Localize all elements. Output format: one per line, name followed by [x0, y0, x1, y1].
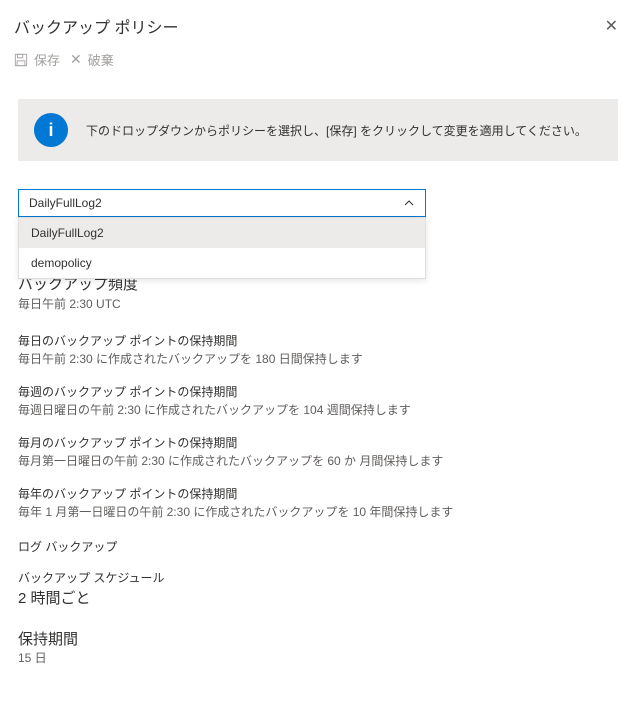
chevron-up-icon: [403, 197, 415, 209]
backup-schedule-value: 2 時間ごと: [18, 587, 618, 608]
close-icon[interactable]: ✕: [601, 12, 622, 40]
daily-retention-section: 毎日のバックアップ ポイントの保持期間 毎日午前 2:30 に作成されたバックア…: [18, 332, 618, 367]
discard-icon[interactable]: ✕: [70, 51, 82, 68]
policy-details: バックアップ頻度 毎日午前 2:30 UTC 毎日のバックアップ ポイントの保持…: [18, 217, 618, 666]
yearly-retention-section: 毎年のバックアップ ポイントの保持期間 毎年 1 月第一日曜日の午前 2:30 …: [18, 485, 618, 520]
policy-dropdown-option[interactable]: demopolicy: [19, 248, 425, 278]
policy-dropdown-container: DailyFullLog2 DailyFullLog2 demopolicy: [18, 189, 426, 217]
daily-retention-heading: 毎日のバックアップ ポイントの保持期間: [18, 332, 618, 349]
save-icon[interactable]: [14, 53, 28, 67]
info-banner: i 下のドロップダウンからポリシーを選択し、[保存] をクリックして変更を適用し…: [18, 99, 618, 161]
info-icon: i: [34, 113, 68, 147]
retention-section: 保持期間 15 日: [18, 628, 618, 666]
policy-dropdown-value: DailyFullLog2: [29, 196, 102, 210]
panel-header: バックアップ ポリシー ✕: [0, 0, 636, 48]
toolbar: 保存 ✕ 破棄: [0, 48, 636, 79]
backup-schedule-section: バックアップ スケジュール 2 時間ごと: [18, 569, 618, 608]
policy-dropdown[interactable]: DailyFullLog2: [18, 189, 426, 217]
monthly-retention-section: 毎月のバックアップ ポイントの保持期間 毎月第一日曜日の午前 2:30 に作成さ…: [18, 434, 618, 469]
policy-dropdown-list: DailyFullLog2 demopolicy: [18, 217, 426, 279]
monthly-retention-heading: 毎月のバックアップ ポイントの保持期間: [18, 434, 618, 451]
discard-button[interactable]: 破棄: [88, 50, 114, 69]
panel-title: バックアップ ポリシー: [14, 14, 178, 38]
save-button[interactable]: 保存: [34, 50, 60, 69]
yearly-retention-heading: 毎年のバックアップ ポイントの保持期間: [18, 485, 618, 502]
policy-dropdown-option[interactable]: DailyFullLog2: [19, 218, 425, 248]
backup-schedule-heading: バックアップ スケジュール: [18, 569, 618, 586]
panel-content: i 下のドロップダウンからポリシーを選択し、[保存] をクリックして変更を適用し…: [0, 79, 636, 702]
retention-heading: 保持期間: [18, 628, 618, 649]
log-backup-label: ログ バックアップ: [18, 538, 618, 555]
daily-retention-value: 毎日午前 2:30 に作成されたバックアップを 180 日間保持します: [18, 350, 618, 367]
info-banner-text: 下のドロップダウンからポリシーを選択し、[保存] をクリックして変更を適用してく…: [86, 122, 587, 139]
weekly-retention-value: 毎週日曜日の午前 2:30 に作成されたバックアップを 104 週間保持します: [18, 401, 618, 418]
backup-frequency-value: 毎日午前 2:30 UTC: [18, 295, 618, 312]
weekly-retention-section: 毎週のバックアップ ポイントの保持期間 毎週日曜日の午前 2:30 に作成された…: [18, 383, 618, 418]
yearly-retention-value: 毎年 1 月第一日曜日の午前 2:30 に作成されたバックアップを 10 年間保…: [18, 503, 618, 520]
retention-value: 15 日: [18, 649, 618, 666]
weekly-retention-heading: 毎週のバックアップ ポイントの保持期間: [18, 383, 618, 400]
monthly-retention-value: 毎月第一日曜日の午前 2:30 に作成されたバックアップを 60 か 月間保持し…: [18, 452, 618, 469]
